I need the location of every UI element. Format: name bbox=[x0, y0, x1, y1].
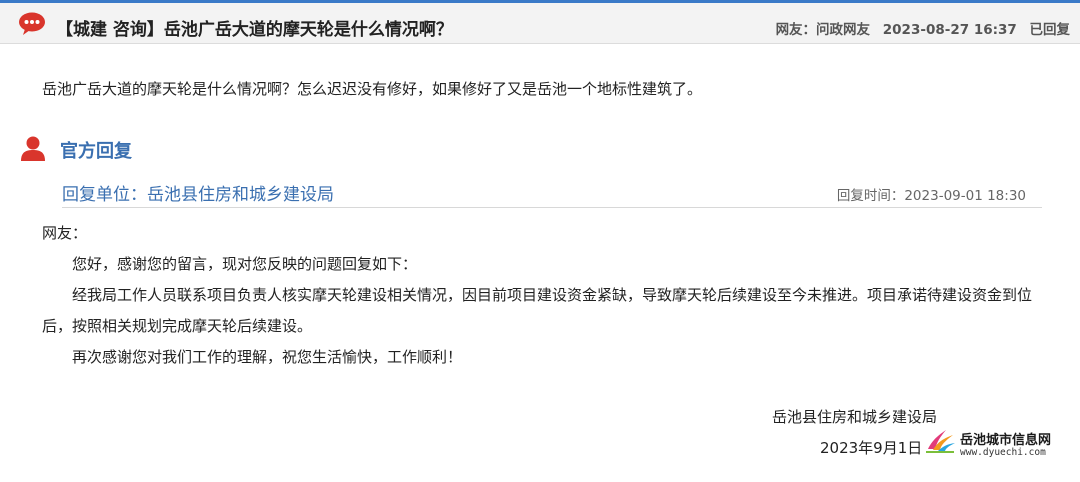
reply-paragraph: 经我局工作人员联系项目负责人核实摩天轮建设相关情况，因目前项目建设资金紧缺，导致… bbox=[42, 286, 1033, 335]
reply-greeting: 网友： bbox=[42, 224, 88, 242]
question-meta: 网友：问政网友 2023-08-27 16:37 已回复 bbox=[776, 18, 1070, 38]
question-text: 岳池广岳大道的摩天轮是什么情况啊？怎么迟迟没有修好，如果修好了又是岳池一个地标性… bbox=[42, 80, 703, 98]
watermark-site-name: 岳池城市信息网 bbox=[960, 433, 1052, 448]
brand-logo-icon bbox=[926, 430, 955, 453]
divider bbox=[62, 207, 1042, 208]
reply-signature-block: 岳池县住房和城乡建设局 2023年9月1日 bbox=[772, 402, 937, 464]
reply-body: 网友： 您好，感谢您的留言，现对您反映的问题回复如下： 经我局工作人员联系项目负… bbox=[42, 218, 1052, 373]
person-icon bbox=[21, 136, 45, 161]
official-reply-title: 官方回复 bbox=[60, 141, 132, 162]
question-header-bar: 【城建 咨询】岳池广岳大道的摩天轮是什么情况啊？ 网友：问政网友 2023-08… bbox=[0, 0, 1080, 44]
reply-time: 回复时间：2023-09-01 18:30 bbox=[836, 188, 1026, 204]
reply-status-badge: 已回复 bbox=[1029, 22, 1071, 38]
signature-unit: 岳池县住房和城乡建设局 bbox=[772, 408, 938, 426]
reply-paragraph: 再次感谢您对我们工作的理解，祝您生活愉快，工作顺利！ bbox=[72, 348, 463, 366]
watermark-site-url: www.dyuechi.com bbox=[960, 447, 1046, 458]
chat-bubble-icon bbox=[19, 12, 45, 35]
question-title: 【城建 咨询】岳池广岳大道的摩天轮是什么情况啊？ bbox=[56, 20, 453, 40]
netizen-label: 网友：问政网友 bbox=[775, 22, 871, 38]
reply-paragraph: 您好，感谢您的留言，现对您反映的问题回复如下： bbox=[72, 255, 418, 273]
site-watermark: 岳池城市信息网 www.dyuechi.com bbox=[920, 423, 1080, 463]
question-datetime: 2023-08-27 16:37 bbox=[882, 22, 1017, 38]
reply-unit: 回复单位：岳池县住房和城乡建设局 bbox=[62, 185, 334, 205]
